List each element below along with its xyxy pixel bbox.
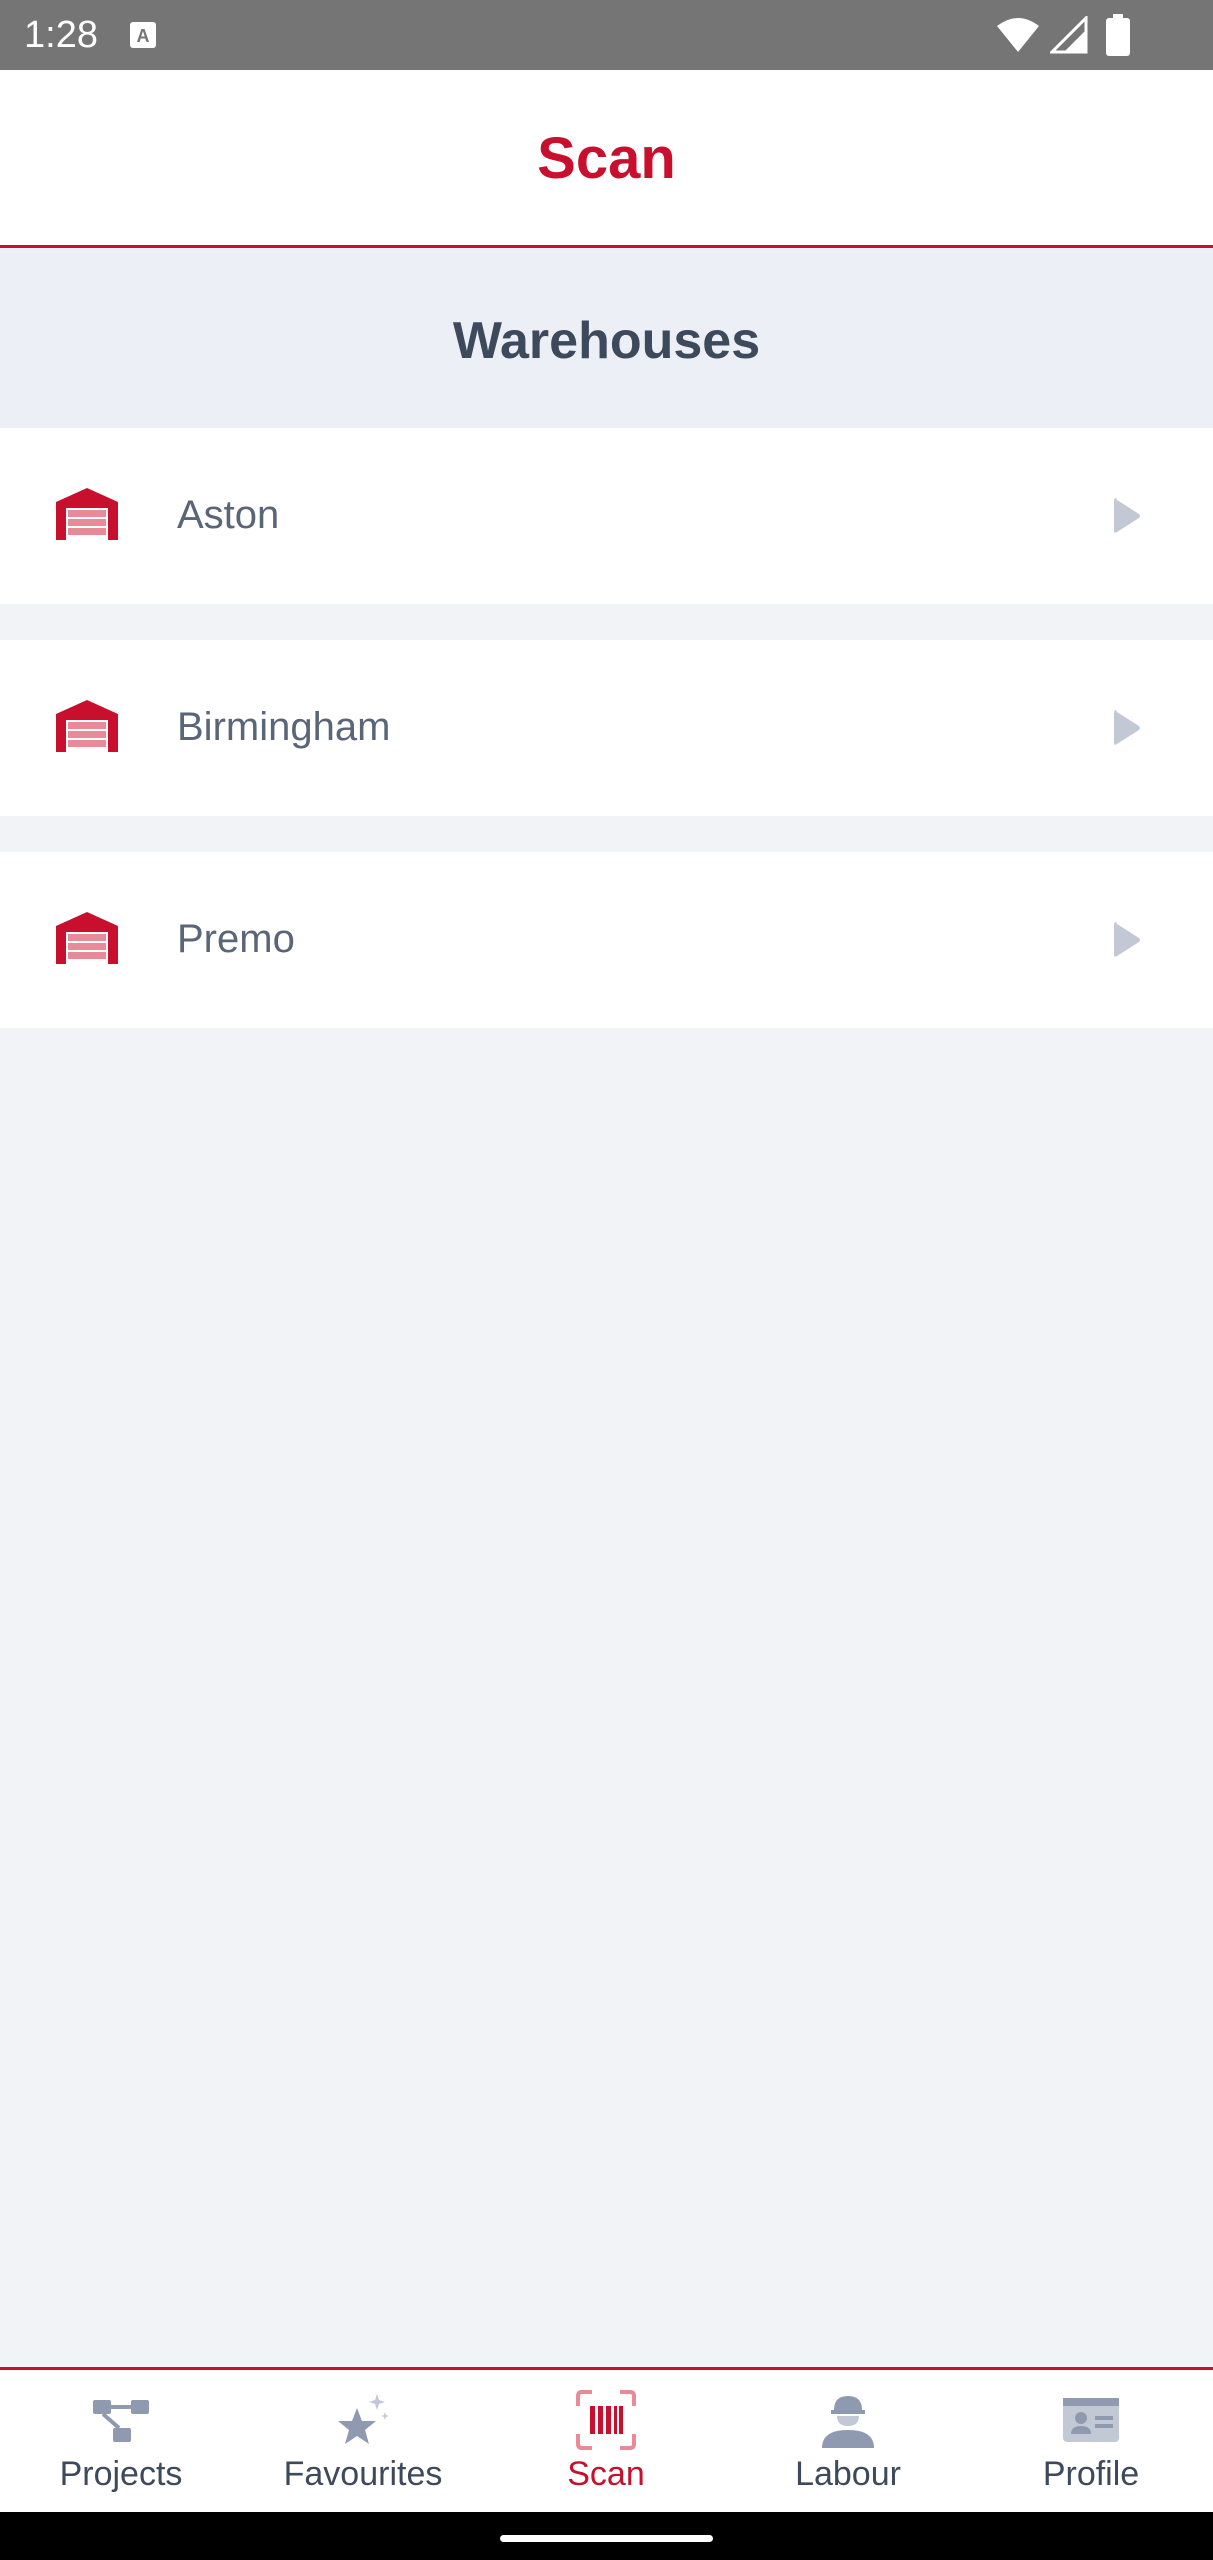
chevron-right-icon (1114, 922, 1140, 957)
nav-item-profile[interactable]: Profile (970, 2370, 1212, 2512)
barcode-scan-icon (576, 2390, 636, 2450)
warehouse-name: Birmingham (177, 705, 391, 749)
warehouse-name: Premo (177, 917, 295, 961)
bottom-navigation: Projects Favourites Scan Labour Profile (0, 2367, 1213, 2512)
app-header: Scan (0, 70, 1213, 248)
section-header: Warehouses (0, 249, 1213, 428)
svg-text:A: A (137, 26, 150, 46)
page-title: Scan (537, 126, 676, 191)
nav-item-projects[interactable]: Projects (0, 2370, 242, 2512)
nav-item-labour[interactable]: Labour (727, 2370, 969, 2512)
warehouse-icon (56, 700, 118, 752)
chevron-right-icon (1114, 498, 1140, 533)
warehouse-item-birmingham[interactable]: Birmingham (0, 640, 1213, 816)
section-title: Warehouses (452, 312, 761, 370)
signal-icon (1050, 16, 1088, 54)
nav-label: Scan (567, 2455, 645, 2493)
system-navigation-bar (0, 2512, 1213, 2560)
status-time: 1:28 (24, 14, 98, 56)
warehouse-name: Aston (177, 493, 280, 537)
home-gesture-handle[interactable] (500, 2535, 713, 2542)
nav-item-favourites[interactable]: Favourites (242, 2370, 484, 2512)
battery-icon (1106, 14, 1130, 56)
nav-label: Projects (59, 2455, 183, 2493)
chevron-right-icon (1114, 710, 1140, 745)
notification-a-icon: A (130, 22, 156, 48)
nav-label: Profile (1042, 2455, 1140, 2493)
profile-card-icon (1063, 2398, 1119, 2442)
warehouse-item-aston[interactable]: Aston (0, 428, 1213, 604)
nav-label: Favourites (283, 2455, 443, 2493)
status-bar: 1:28 A (0, 0, 1213, 70)
projects-icon (93, 2400, 149, 2442)
nav-label: Labour (795, 2455, 901, 2493)
worker-hardhat-icon (822, 2396, 874, 2448)
warehouse-icon (56, 488, 118, 540)
favourites-star-icon (338, 2394, 389, 2444)
warehouse-icon (56, 912, 118, 964)
warehouse-item-premo[interactable]: Premo (0, 852, 1213, 1028)
wifi-icon (997, 18, 1039, 52)
nav-item-scan[interactable]: Scan (485, 2370, 727, 2512)
